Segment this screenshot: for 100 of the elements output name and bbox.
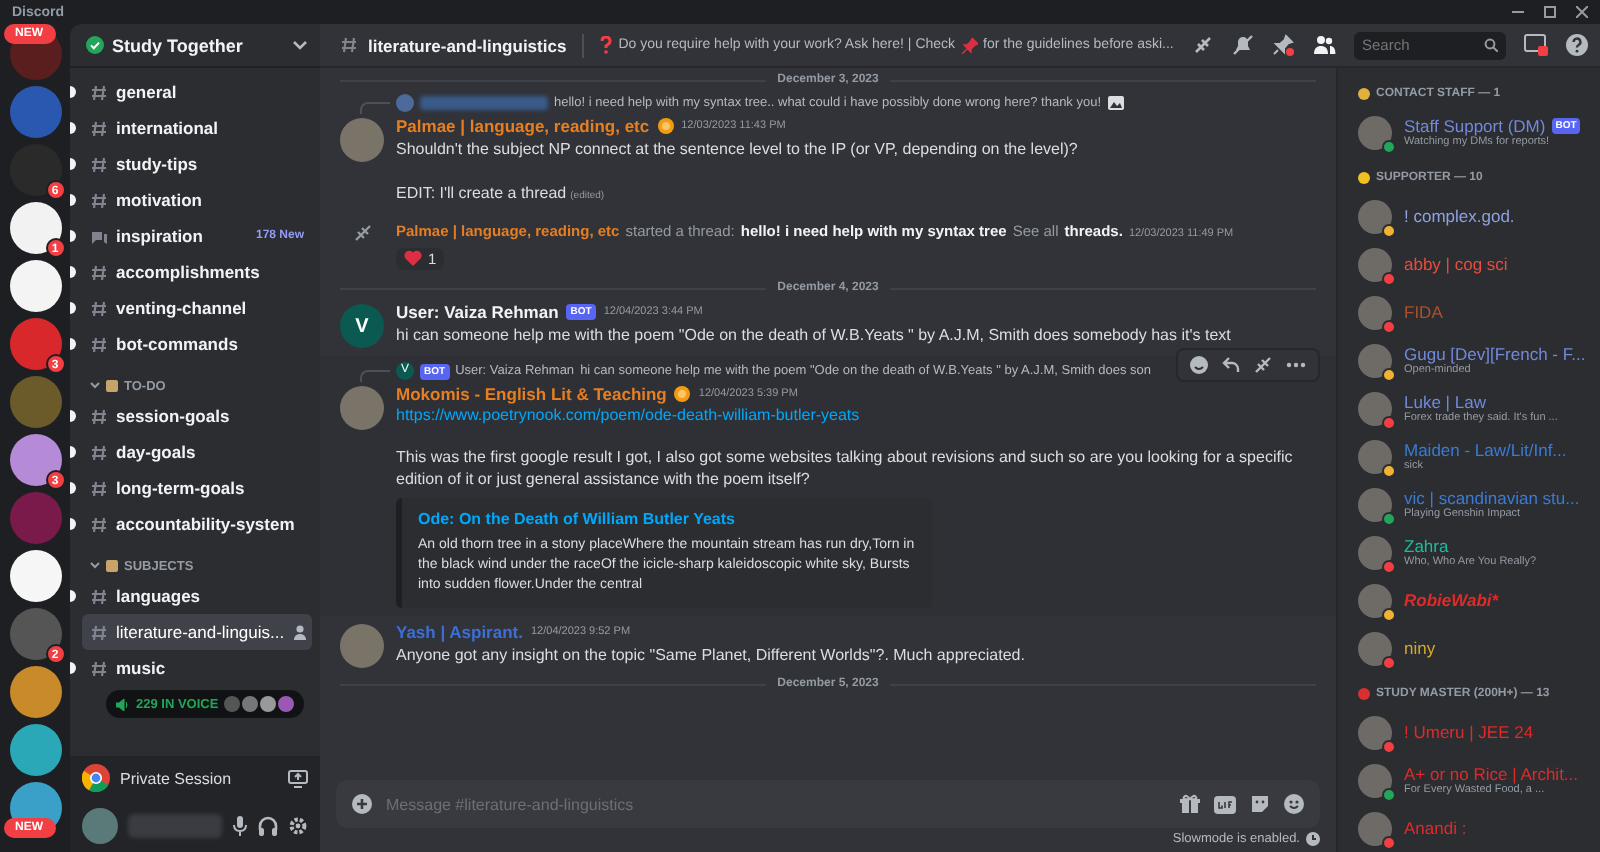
channel-item[interactable]: venting-channel <box>82 290 312 326</box>
server-icon[interactable] <box>9 260 61 312</box>
author-name[interactable]: Palmae | language, reading, etc <box>396 116 650 136</box>
member-name: Zahra <box>1404 536 1449 556</box>
channel-item[interactable]: literature-and-linguis... <box>82 614 312 650</box>
role-icon <box>657 118 674 134</box>
unread-indicator <box>70 446 76 458</box>
channel-item[interactable]: music <box>82 650 312 686</box>
search-icon <box>1484 38 1498 52</box>
channel-item[interactable]: study-tips <box>82 146 312 182</box>
member-name: Staff Support (DM) <box>1404 116 1546 136</box>
unread-indicator <box>70 590 76 602</box>
user-avatar[interactable]: V <box>340 304 384 348</box>
server-icon[interactable] <box>9 666 61 718</box>
member-name: ! Umeru | JEE 24 <box>1404 722 1534 742</box>
author-name[interactable]: User: Vaiza Rehman <box>396 302 559 322</box>
channel-item[interactable]: bot-commands <box>82 326 312 362</box>
inbox-icon[interactable] <box>1524 34 1548 56</box>
channel-item[interactable]: motivation <box>82 182 312 218</box>
threads-icon[interactable] <box>1192 34 1214 56</box>
member-name: Luke | Law <box>1404 392 1486 412</box>
chevron-down-icon <box>90 382 100 390</box>
unread-indicator <box>70 482 76 494</box>
channel-item[interactable]: day-goals <box>82 434 312 470</box>
member-item[interactable]: niny <box>1358 624 1600 672</box>
bell-muted-icon[interactable] <box>1232 34 1254 56</box>
user-avatar[interactable] <box>340 118 384 162</box>
channel-item[interactable]: session-goals <box>82 398 312 434</box>
more-icon[interactable] <box>1286 362 1306 368</box>
gift-icon[interactable] <box>1180 794 1200 814</box>
author-name[interactable]: Mokomis - English Lit & Teaching <box>396 384 667 404</box>
forum-icon <box>90 227 108 245</box>
unread-indicator <box>70 194 76 206</box>
channel-item[interactable]: international <box>82 110 312 146</box>
members-icon[interactable] <box>1312 34 1336 56</box>
unread-indicator <box>70 410 76 422</box>
member-name: A+ or no Rice | Archit... <box>1404 764 1579 784</box>
hash-icon <box>90 155 108 173</box>
member-name: vic | scandinavian stu... <box>1404 488 1580 508</box>
message-input[interactable]: Message #literature-and-linguistics <box>386 786 1166 822</box>
member-item[interactable]: ! complex.god. <box>1358 192 1600 240</box>
channel-item[interactable]: accomplishments <box>82 254 312 290</box>
pin-icon <box>961 37 978 53</box>
add-member-icon[interactable] <box>292 624 309 640</box>
role-icon <box>1358 688 1370 700</box>
unread-indicator <box>70 662 76 674</box>
emoji-icon[interactable] <box>1284 794 1304 814</box>
hash-icon <box>90 443 108 461</box>
reply-icon[interactable] <box>1222 356 1240 374</box>
hash-icon <box>340 36 358 54</box>
add-icon[interactable] <box>352 794 372 814</box>
member-name: ! complex.god. <box>1404 206 1515 226</box>
channel-item[interactable]: accountability-system <box>82 506 312 542</box>
screen-share-icon[interactable] <box>288 769 308 787</box>
hash-icon <box>90 263 108 281</box>
maximize-icon[interactable] <box>1544 6 1556 18</box>
server-icon[interactable] <box>9 550 61 602</box>
chevron-down-icon <box>90 562 100 570</box>
user-avatar[interactable] <box>340 624 384 668</box>
channel-item[interactable]: languages <box>82 578 312 614</box>
sticker-icon[interactable] <box>1250 794 1270 814</box>
member-name: RobieWabi* <box>1404 590 1499 610</box>
blurred-username <box>128 814 222 838</box>
emoji-icon[interactable] <box>1190 356 1208 374</box>
message-composer[interactable]: Message #literature-and-linguistics <box>336 780 1320 828</box>
user-avatar[interactable] <box>82 808 118 844</box>
unread-indicator <box>70 122 76 134</box>
gif-icon[interactable] <box>1214 795 1236 813</box>
activity-label: Private Session <box>120 769 234 787</box>
microphone-icon[interactable] <box>232 816 248 836</box>
pin-icon[interactable] <box>1272 34 1294 56</box>
member-name: Anandi : <box>1404 818 1467 838</box>
headphones-icon[interactable] <box>258 816 278 836</box>
server-icon[interactable] <box>9 202 61 254</box>
minimize-icon[interactable] <box>1512 6 1524 18</box>
hash-icon <box>90 191 108 209</box>
hash-icon <box>90 119 108 137</box>
folder-icon <box>106 380 118 392</box>
message-link[interactable]: https://www.poetrynook.com/poem/ode-death-william-butler-yeats <box>396 406 1316 424</box>
user-avatar[interactable] <box>340 386 384 430</box>
hash-icon <box>90 479 108 497</box>
chevron-down-icon <box>292 39 308 51</box>
channel-item[interactable]: general <box>82 74 312 110</box>
role-icon <box>1358 88 1370 100</box>
server-header[interactable]: Study Together <box>70 24 320 68</box>
unread-indicator <box>70 230 76 242</box>
channel-item[interactable]: long-term-goals <box>82 470 312 506</box>
verified-icon <box>86 36 104 54</box>
close-icon[interactable] <box>1576 6 1588 18</box>
hash-icon <box>90 659 108 677</box>
settings-icon[interactable] <box>288 816 308 836</box>
embed-title[interactable]: Ode: On the Death of William Butler Yeats <box>418 510 916 528</box>
help-icon[interactable] <box>1566 34 1588 56</box>
hash-icon <box>90 623 108 641</box>
channel-title: literature-and-linguistics <box>368 35 567 55</box>
thread-icon[interactable] <box>1254 356 1272 374</box>
server-icon[interactable] <box>9 434 61 486</box>
server-icon[interactable] <box>9 724 61 776</box>
member-item[interactable]: abby | cog sci <box>1358 240 1600 288</box>
image-icon <box>1107 96 1124 110</box>
